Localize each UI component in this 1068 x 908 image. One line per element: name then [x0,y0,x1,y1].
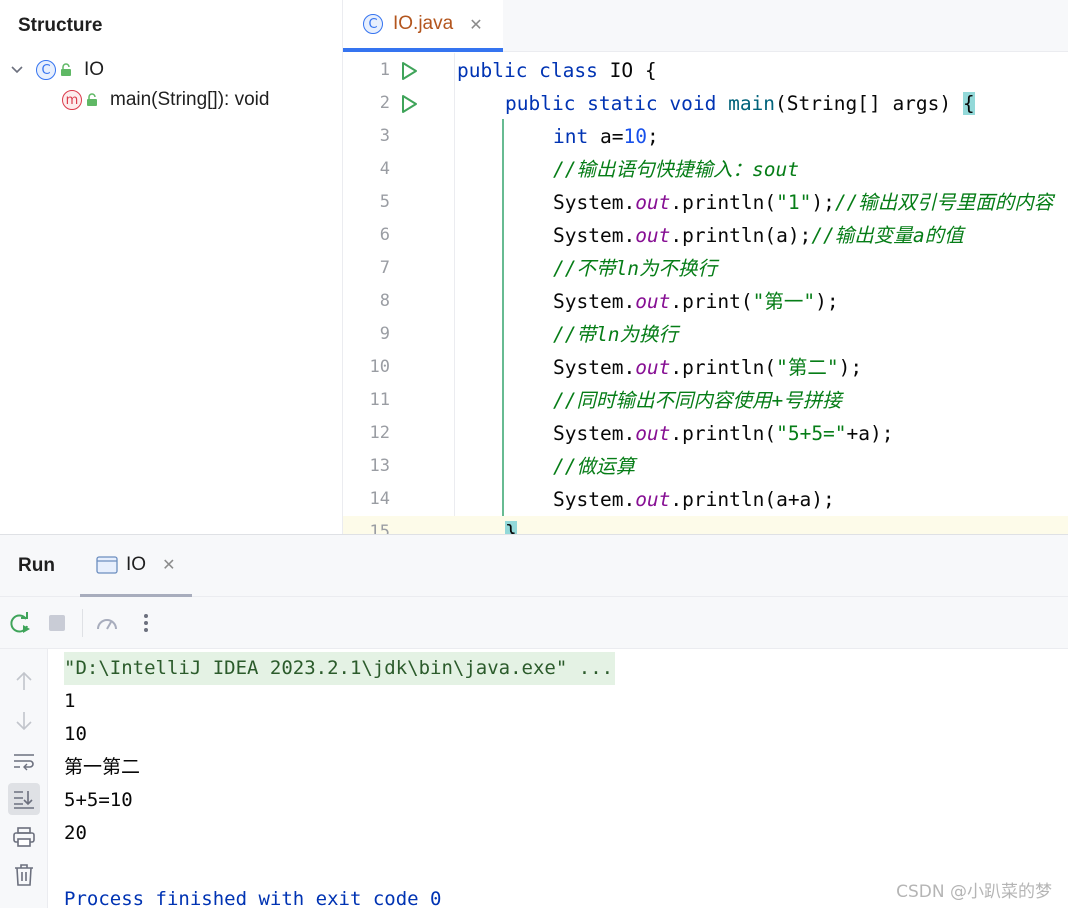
code-text: System.out.println(a+a); [553,488,835,511]
line-number: 11 [369,390,390,410]
print-icon[interactable] [8,821,40,853]
code-text: //带ln为换行 [553,323,678,346]
run-icon[interactable] [399,94,419,114]
code-line[interactable]: 3 int a=10; [343,120,1068,153]
scroll-to-end-icon[interactable] [8,783,40,815]
structure-item-method[interactable]: m main(String[]): void [62,85,269,115]
console-icon [96,555,118,574]
line-number: 8 [379,291,390,311]
profiler-icon[interactable] [95,611,119,635]
code-line[interactable]: 4 //输出语句快捷输入：sout [343,153,1068,186]
run-header: Run IO ✕ [0,535,1068,597]
code-text: int a=10; [553,125,659,148]
arrow-up-icon[interactable] [8,665,40,697]
run-tab-io[interactable]: IO ✕ [80,535,192,597]
line-number: 14 [369,489,390,509]
code-line[interactable]: 11 //同时输出不同内容使用+号拼接 [343,384,1068,417]
code-text: //同时输出不同内容使用+号拼接 [553,389,842,412]
class-name: IO [84,59,105,80]
code-line[interactable]: 7 //不带ln为不换行 [343,252,1068,285]
code-line[interactable]: 2 public static void main(String[] args)… [343,87,1068,120]
code-line[interactable]: 9 //带ln为换行 [343,318,1068,351]
line-number: 7 [379,258,390,278]
line-number: 12 [369,423,390,443]
code-line[interactable]: 6 System.out.println(a);//输出变量a的值 [343,219,1068,252]
java-class-icon: C [363,14,383,34]
console-output-line: 5+5=10 [64,789,133,811]
code-line-current[interactable]: 15 } [343,516,1068,534]
soft-wrap-icon[interactable] [8,745,40,777]
code-line[interactable]: 14 System.out.println(a+a); [343,483,1068,516]
line-number: 4 [379,159,390,179]
code-line[interactable]: 8 System.out.print("第一"); [343,285,1068,318]
toolbar-separator [82,609,83,637]
console-exit-line: Process finished with exit code 0 [64,888,442,908]
code-text: System.out.println("第二"); [553,356,863,379]
code-editor[interactable]: C IO.java ✕ 1 public class IO { 2 public… [343,0,1068,534]
code-line[interactable]: 5 System.out.println("1");//输出双引号里面的内容 [343,186,1068,219]
chevron-down-icon[interactable] [8,61,26,79]
rerun-icon[interactable] [8,611,32,635]
console-command-line: "D:\IntelliJ IDEA 2023.2.1\jdk\bin\java.… [64,652,616,685]
close-icon[interactable]: ✕ [469,15,482,34]
console-output-line: 10 [64,723,87,745]
code-text: System.out.println("1");//输出双引号里面的内容 [553,191,1054,214]
line-number: 3 [379,126,390,146]
trash-icon[interactable] [8,859,40,891]
console-output[interactable]: "D:\IntelliJ IDEA 2023.2.1\jdk\bin\java.… [48,649,1068,908]
console-output-line: 1 [64,690,76,712]
code-text: //做运算 [553,455,635,478]
code-text: public static void main(String[] args) { [505,92,975,115]
code-text: public class IO { [457,59,657,82]
structure-item-class[interactable]: C IO [8,55,104,85]
tab-label: IO.java [393,13,454,34]
console-output-line: 第一第二 [64,756,141,778]
code-text: //输出语句快捷输入：sout [553,158,799,181]
structure-panel: Structure C IO m main(String[]): void [0,0,343,534]
console-side-toolbar [0,649,48,908]
tab-io-java[interactable]: C IO.java ✕ [343,0,503,52]
structure-title: Structure [18,15,103,36]
editor-tab-bar: C IO.java ✕ [343,0,1068,52]
code-text: } [505,516,517,534]
run-toolbar [0,597,1068,649]
run-title: Run [18,555,55,576]
run-tab-label: IO [126,553,147,575]
code-line[interactable]: 13 //做运算 [343,450,1068,483]
method-icon: m [62,90,82,110]
line-number: 15 [369,522,390,534]
line-number: 9 [379,324,390,344]
code-area[interactable]: 1 public class IO { 2 public static void… [343,53,1068,534]
code-text: //不带ln为不换行 [553,257,717,280]
line-number: 2 [379,93,390,113]
code-line[interactable]: 1 public class IO { [343,54,1068,87]
console-output-line: 20 [64,822,87,844]
code-line[interactable]: 10 System.out.println("第二"); [343,351,1068,384]
run-icon[interactable] [399,61,419,81]
more-options-icon[interactable] [134,611,158,635]
public-lock-icon [86,92,100,108]
public-lock-icon [60,62,74,78]
stop-icon[interactable] [45,611,69,635]
code-text: System.out.print("第一"); [553,290,839,313]
class-icon: C [36,60,56,80]
arrow-down-icon[interactable] [8,705,40,737]
code-text: System.out.println("5+5="+a); [553,422,894,445]
method-signature: main(String[]): void [110,89,270,110]
code-text: System.out.println(a);//输出变量a的值 [553,224,964,247]
line-number: 6 [379,225,390,245]
close-icon[interactable]: ✕ [162,555,175,574]
run-panel: Run IO ✕ "D:\IntelliJ IDEA 2023.2.1\jdk\… [0,534,1068,908]
line-number: 13 [369,456,390,476]
line-number: 5 [379,192,390,212]
watermark: CSDN @小趴菜的梦 [896,882,1052,902]
code-line[interactable]: 12 System.out.println("5+5="+a); [343,417,1068,450]
line-number: 1 [379,60,390,80]
line-number: 10 [369,357,390,377]
